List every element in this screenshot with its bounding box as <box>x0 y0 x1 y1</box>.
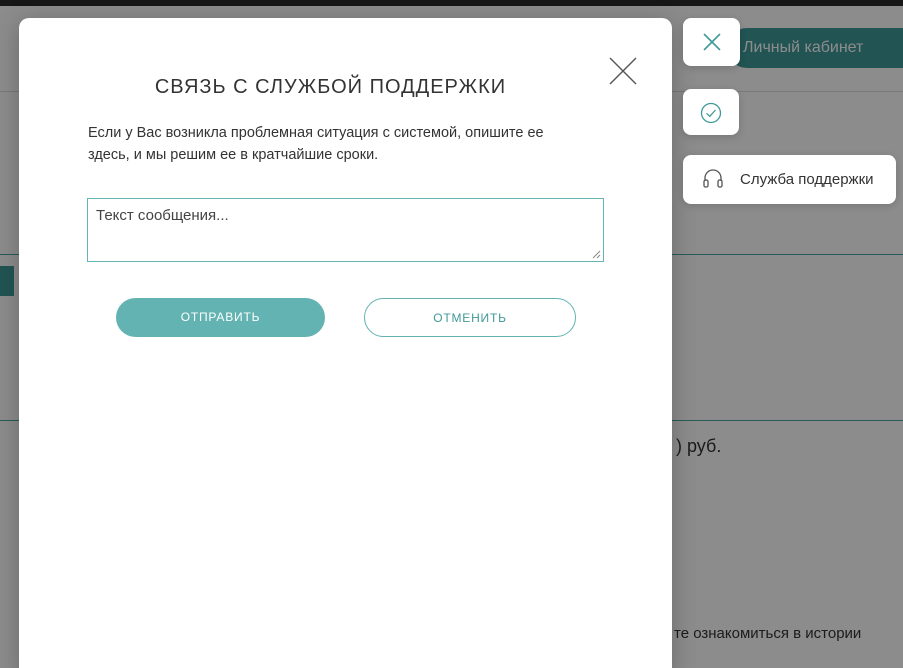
cancel-button[interactable]: ОТМЕНИТЬ <box>364 298 576 337</box>
widget-check-button[interactable] <box>683 89 739 135</box>
widget-close-button[interactable] <box>683 18 740 66</box>
support-modal: СВЯЗЬ С СЛУЖБОЙ ПОДДЕРЖКИ Если у Вас воз… <box>19 18 672 668</box>
headset-icon <box>702 168 724 192</box>
support-service-label: Служба поддержки <box>740 171 874 188</box>
modal-title: СВЯЗЬ С СЛУЖБОЙ ПОДДЕРЖКИ <box>154 76 507 98</box>
check-circle-icon <box>700 102 722 124</box>
close-icon[interactable] <box>608 56 638 86</box>
close-icon <box>702 32 722 52</box>
resize-grip-icon[interactable] <box>592 250 601 259</box>
send-button[interactable]: ОТПРАВИТЬ <box>116 298 325 337</box>
modal-description: Если у Вас возникла проблемная ситуация … <box>88 125 544 163</box>
support-service-button[interactable]: Служба поддержки <box>683 155 896 204</box>
message-input[interactable] <box>87 198 604 262</box>
